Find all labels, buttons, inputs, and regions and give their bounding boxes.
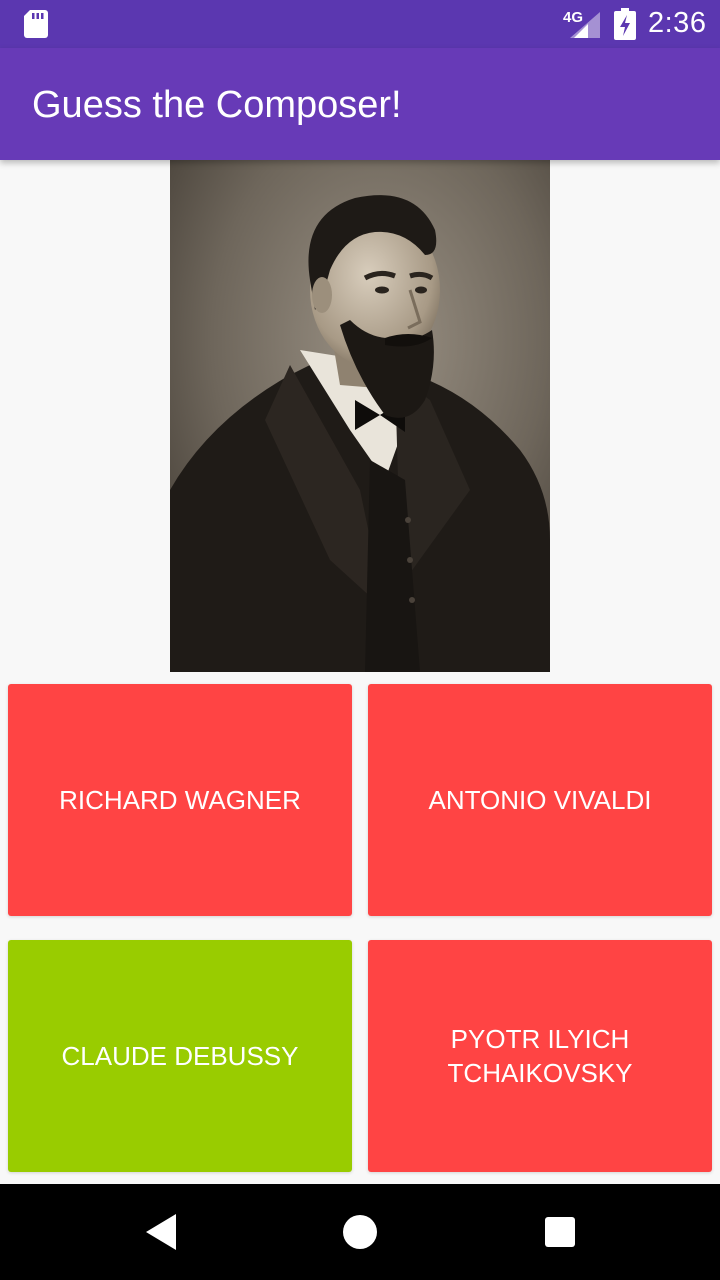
status-bar: 4G 2:36 — [0, 0, 720, 48]
clock: 2:36 — [648, 7, 707, 39]
answer-button-3[interactable]: Claude Debussy — [8, 940, 352, 1172]
app-title: Guess the Composer! — [32, 84, 402, 126]
sd-card-icon — [24, 10, 48, 38]
recents-icon[interactable] — [544, 1216, 576, 1248]
answer-button-1[interactable]: Richard Wagner — [8, 684, 352, 916]
back-icon[interactable] — [144, 1214, 178, 1250]
signal-icon — [570, 12, 600, 38]
composer-portrait-image — [170, 160, 550, 672]
battery-charging-icon — [614, 8, 636, 40]
app-bar: Guess the Composer! — [0, 48, 720, 160]
answer-button-2[interactable]: Antonio Vivaldi — [368, 684, 712, 916]
home-icon[interactable] — [342, 1214, 378, 1250]
answer-button-4[interactable]: Pyotr Ilyich Tchaikovsky — [368, 940, 712, 1172]
